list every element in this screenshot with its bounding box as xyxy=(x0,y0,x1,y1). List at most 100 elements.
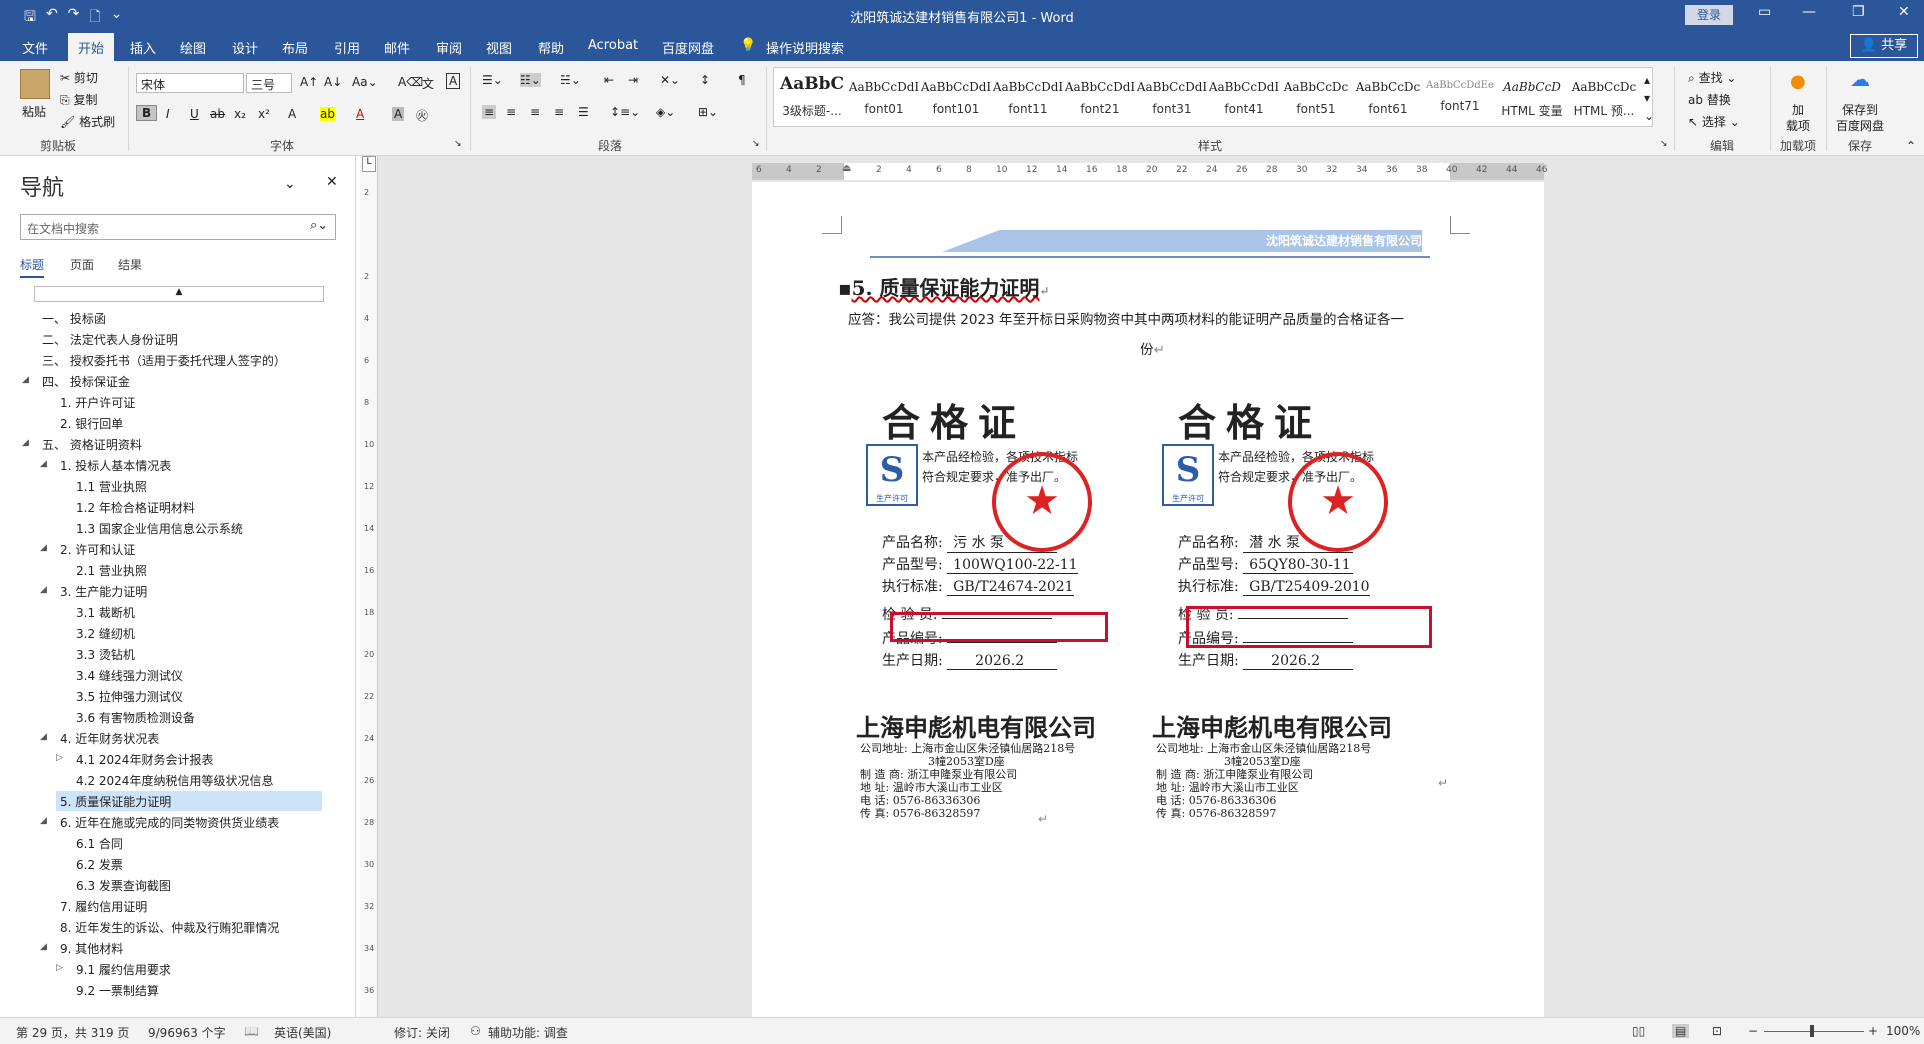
nav-heading-item[interactable]: 6.1 合同 xyxy=(72,833,127,853)
style-item[interactable]: AaBbCcDdI font41 xyxy=(1208,68,1280,128)
nav-heading-item[interactable]: 6. 近年在施或完成的同类物资供货业绩表 xyxy=(56,812,283,832)
nav-heading-item[interactable]: 4.1 2024年财务会计报表 xyxy=(72,749,217,769)
track-changes[interactable]: 修订: 关闭 xyxy=(394,1024,450,1041)
show-marks-icon[interactable]: ¶ xyxy=(738,73,746,87)
nav-tab-results[interactable]: 结果 xyxy=(118,256,142,273)
nav-heading-item[interactable]: 3. 生产能力证明 xyxy=(56,581,151,601)
tab-insert[interactable]: 插入 xyxy=(130,38,156,57)
language[interactable]: 英语(美国) xyxy=(274,1024,331,1041)
gallery-scroll-down-icon[interactable]: ▾ xyxy=(1644,91,1650,105)
numbering-icon[interactable]: ☷⌄ xyxy=(520,73,541,87)
style-item[interactable]: AaBbCcDdI font21 xyxy=(1064,68,1136,128)
style-item[interactable]: AaBbCcDc font61 xyxy=(1352,68,1424,128)
nav-options-icon[interactable]: ⌄ xyxy=(284,176,296,192)
cloud-icon[interactable]: ☁ xyxy=(1850,67,1870,91)
text-effects-icon[interactable]: A xyxy=(288,107,296,121)
nav-heading-item[interactable]: 9.1 履约信用要求 xyxy=(72,959,175,979)
enclose-char-icon[interactable]: ㊋ xyxy=(416,107,428,124)
gallery-scroll-up-icon[interactable]: ▴ xyxy=(1644,73,1650,87)
expand-triangle-icon[interactable]: ▷ xyxy=(56,963,63,973)
addins-label-1[interactable]: 加 xyxy=(1792,101,1804,118)
tab-file[interactable]: 文件 xyxy=(22,38,48,57)
style-item[interactable]: AaBbCcDdI font31 xyxy=(1136,68,1208,128)
line-spacing-icon[interactable]: ↕≡⌄ xyxy=(610,105,640,119)
collapse-triangle-icon[interactable]: ◢ xyxy=(40,543,47,553)
nav-heading-item[interactable]: 2. 许可和认证 xyxy=(56,539,139,559)
nav-tab-headings[interactable]: 标题 xyxy=(20,256,45,278)
nav-heading-item[interactable]: 9.2 一票制结算 xyxy=(72,980,163,1000)
style-item[interactable]: AaBbCcDc HTML 预... xyxy=(1568,68,1640,128)
accessibility-status[interactable]: 辅助功能: 调查 xyxy=(488,1024,568,1041)
login-button[interactable]: 登录 xyxy=(1685,5,1733,25)
phonetic-guide-icon[interactable]: 文 xyxy=(422,75,434,92)
addins-icon[interactable]: ● xyxy=(1790,71,1806,92)
nav-scroll-top-icon[interactable]: ▲ xyxy=(34,286,324,302)
find-button[interactable]: ⌕ 查找 ⌄ xyxy=(1688,69,1736,86)
proofing-icon[interactable]: 📖 xyxy=(244,1024,259,1038)
tell-me-search[interactable]: 操作说明搜索 xyxy=(766,38,844,57)
justify-icon[interactable]: ≡ xyxy=(554,105,564,119)
tab-mailings[interactable]: 邮件 xyxy=(384,38,410,57)
tab-home[interactable]: 开始 xyxy=(68,33,115,61)
shading-icon[interactable]: ◈⌄ xyxy=(656,105,675,119)
save-to-label-2[interactable]: 百度网盘 xyxy=(1836,117,1884,134)
style-item[interactable]: AaBbCcDdI font101 xyxy=(920,68,992,128)
bold-icon[interactable]: B xyxy=(136,105,158,121)
collapse-triangle-icon[interactable]: ◢ xyxy=(22,375,29,385)
style-item[interactable]: AaBbCcDc font51 xyxy=(1280,68,1352,128)
print-layout-icon[interactable]: ▤ xyxy=(1672,1024,1690,1038)
grow-font-icon[interactable]: A↑ xyxy=(300,75,318,89)
nav-heading-item[interactable]: 1.2 年检合格证明材料 xyxy=(72,497,199,517)
nav-heading-item[interactable]: 8. 近年发生的诉讼、仲裁及行贿犯罪情况 xyxy=(56,917,283,937)
nav-search-input[interactable]: 在文档中搜索 xyxy=(20,214,336,240)
tab-references[interactable]: 引用 xyxy=(334,38,360,57)
cut-button[interactable]: ✂ 剪切 xyxy=(60,69,98,86)
tab-selector-icon[interactable]: L xyxy=(362,156,376,172)
align-right-icon[interactable]: ≡ xyxy=(530,105,540,119)
collapse-triangle-icon[interactable]: ◢ xyxy=(40,732,47,742)
tab-view[interactable]: 视图 xyxy=(486,38,512,57)
distributed-icon[interactable]: ☰ xyxy=(578,105,589,119)
chinese-layout-icon[interactable]: ✕⌄ xyxy=(660,73,680,87)
paragraph-dialog-launcher-icon[interactable]: ↘ xyxy=(752,139,760,149)
underline-icon[interactable]: U xyxy=(190,107,199,121)
borders-icon[interactable]: ⊞⌄ xyxy=(698,105,718,119)
nav-heading-item[interactable]: 1. 投标人基本情况表 xyxy=(56,455,175,475)
nav-heading-item[interactable]: 4.2 2024年度纳税信用等级状况信息 xyxy=(72,770,277,790)
zoom-out-icon[interactable]: − xyxy=(1748,1024,1758,1038)
nav-heading-item[interactable]: 6.3 发票查询截图 xyxy=(72,875,175,895)
change-case-icon[interactable]: Aa⌄ xyxy=(352,75,378,89)
nav-heading-item[interactable]: 3.5 拉伸强力测试仪 xyxy=(72,686,187,706)
superscript-icon[interactable]: x² xyxy=(258,107,270,121)
nav-heading-item[interactable]: 3.4 缝线强力测试仪 xyxy=(72,665,187,685)
format-painter-button[interactable]: 🖌 格式刷 xyxy=(60,113,115,130)
nav-heading-item[interactable]: 3.1 裁断机 xyxy=(72,602,139,622)
nav-heading-item[interactable]: 五、 资格证明资料 xyxy=(38,434,146,454)
collapse-triangle-icon[interactable]: ◢ xyxy=(40,942,47,952)
nav-heading-item[interactable]: 1. 开户许可证 xyxy=(56,392,139,412)
collapse-triangle-icon[interactable]: ◢ xyxy=(40,459,47,469)
save-to-label-1[interactable]: 保存到 xyxy=(1842,101,1878,118)
zoom-slider-thumb[interactable] xyxy=(1810,1025,1814,1037)
zoom-in-icon[interactable]: + xyxy=(1868,1024,1878,1038)
nav-close-icon[interactable]: ✕ xyxy=(326,174,338,190)
style-item[interactable]: AaBbCcDdI font01 xyxy=(848,68,920,128)
ribbon-display-icon[interactable]: ▭ xyxy=(1758,4,1771,20)
nav-heading-item[interactable]: 6.2 发票 xyxy=(72,854,127,874)
tab-review[interactable]: 审阅 xyxy=(436,38,462,57)
nav-heading-item[interactable]: 一、 投标函 xyxy=(38,308,110,328)
share-button[interactable]: 👤 共享 xyxy=(1850,34,1918,58)
nav-heading-item[interactable]: 2.1 营业执照 xyxy=(72,560,151,580)
collapse-triangle-icon[interactable]: ◢ xyxy=(22,438,29,448)
collapse-triangle-icon[interactable]: ◢ xyxy=(40,816,47,826)
nav-heading-item[interactable]: 四、 投标保证金 xyxy=(38,371,134,391)
subscript-icon[interactable]: x₂ xyxy=(234,107,246,121)
nav-heading-item[interactable]: 3.6 有害物质检测设备 xyxy=(72,707,199,727)
font-size-combo[interactable]: 三号 xyxy=(246,73,292,93)
tab-acrobat[interactable]: Acrobat xyxy=(588,38,638,53)
replace-button[interactable]: ab 替换 xyxy=(1688,91,1731,108)
style-item[interactable]: AaBbC 3级标题-... xyxy=(776,68,848,128)
nav-heading-item[interactable]: 2. 银行回单 xyxy=(56,413,127,433)
nav-heading-item[interactable]: 9. 其他材料 xyxy=(56,938,127,958)
nav-heading-item[interactable]: 3.2 缝纫机 xyxy=(72,623,139,643)
